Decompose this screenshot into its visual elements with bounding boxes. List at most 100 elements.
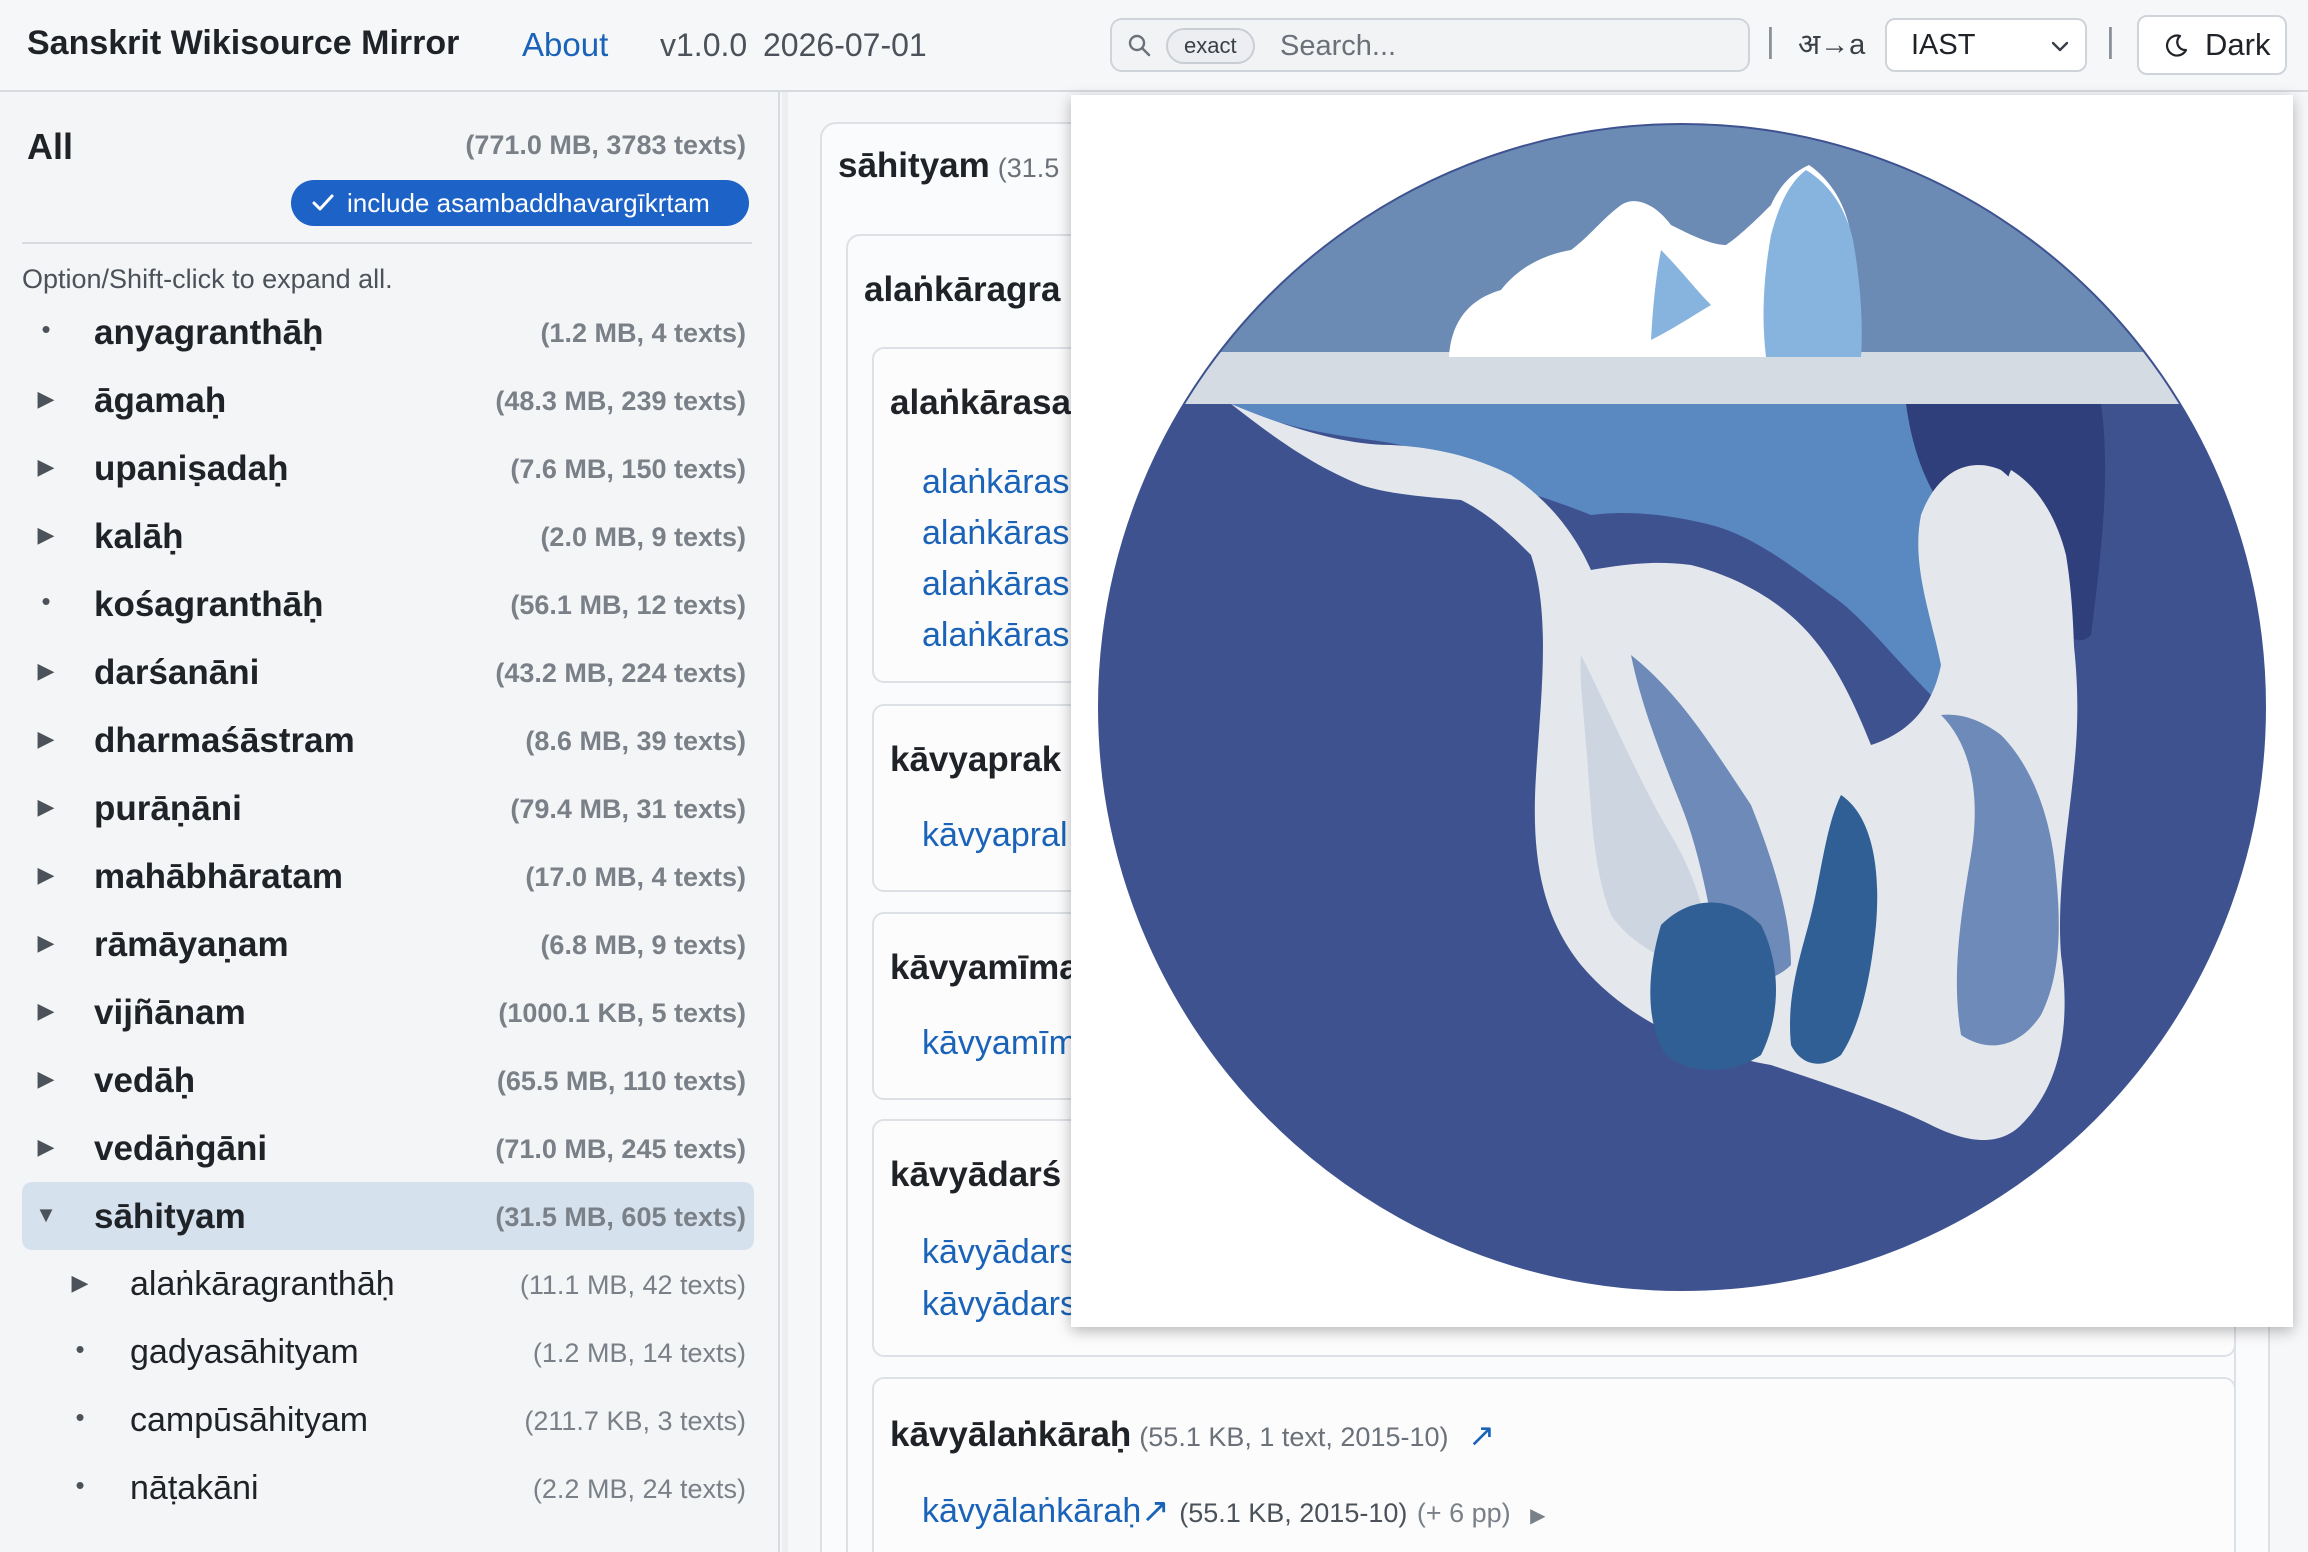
expand-hint: Option/Shift-click to expand all. [22, 264, 393, 294]
text-link[interactable]: alaṅkāras [922, 463, 1069, 502]
sidebar-item-label[interactable]: vedāḥ [94, 1061, 195, 1101]
transliterate-toggle[interactable]: अ→a [1798, 24, 1865, 63]
caret-right-icon[interactable]: ▶ [34, 386, 58, 412]
sidebar-item[interactable]: ▶ āgamaḥ (48.3 MB, 239 texts) [22, 366, 754, 434]
sidebar-item[interactable]: ▶ darśanāni (43.2 MB, 224 texts) [22, 638, 754, 706]
caret-right-icon[interactable]: ▶ [34, 1134, 58, 1160]
text-group-title[interactable]: kāvyādarś [890, 1155, 1061, 1195]
all-category[interactable]: All [27, 126, 73, 168]
text-link[interactable]: alaṅkāras [922, 514, 1069, 553]
sidebar-item-label[interactable]: upaniṣadaḥ [94, 449, 288, 489]
caret-right-icon[interactable]: ▶ [34, 454, 58, 480]
sidebar-item-label[interactable]: rāmāyaṇam [94, 925, 289, 965]
leaf-dot-icon: • [75, 1470, 85, 1500]
sidebar-item[interactable]: ▶ vijñānam (1000.1 KB, 5 texts) [22, 978, 754, 1046]
expand-pages-toggle[interactable]: ▶ [1530, 1505, 1545, 1527]
caret-down-icon[interactable]: ▼ [34, 1202, 58, 1228]
sidebar-item-label[interactable]: āgamaḥ [94, 381, 226, 421]
subsection-title[interactable]: alaṅkāragra [864, 270, 1061, 310]
sidebar-item[interactable]: ▶ mahābhāratam (17.0 MB, 4 texts) [22, 842, 754, 910]
sidebar-item[interactable]: ▶ rāmāyaṇam (6.8 MB, 9 texts) [22, 910, 754, 978]
sidebar-item-label[interactable]: nāṭakāni [130, 1469, 259, 1508]
sidebar: All (771.0 MB, 3783 texts) include asamb… [0, 92, 780, 1552]
caret-right-icon[interactable]: ▶ [34, 522, 58, 548]
sidebar-item-stats: (43.2 MB, 224 texts) [495, 658, 746, 688]
sidebar-item-label[interactable]: mahābhāratam [94, 857, 343, 897]
sidebar-item-label[interactable]: purāṇāni [94, 789, 242, 829]
exact-toggle[interactable]: exact [1166, 28, 1255, 64]
sidebar-item[interactable]: ▶ kalāḥ (2.0 MB, 9 texts) [22, 502, 754, 570]
search-input[interactable] [1280, 26, 1740, 66]
sidebar-item[interactable]: ▶ purāṇāni (79.4 MB, 31 texts) [22, 774, 754, 842]
text-link[interactable]: kāvyādars [922, 1233, 1077, 1272]
sidebar-item-label[interactable]: vijñānam [94, 993, 246, 1033]
include-unclassified-toggle[interactable]: include asambaddhavargīkṛtam [291, 180, 749, 226]
separator: | [2106, 22, 2115, 60]
text-group-title[interactable]: kāvyaprak [890, 740, 1061, 780]
sidebar-item-label[interactable]: vedāṅgāni [94, 1129, 267, 1169]
sidebar-item[interactable]: • gadyasāhityam (1.2 MB, 14 texts) [22, 1318, 754, 1386]
text-link[interactable]: kāvyapral [922, 816, 1068, 855]
sidebar-item[interactable]: ▶ alaṅkāragranthāḥ (11.1 MB, 42 texts) [22, 1250, 754, 1318]
caret-right-icon[interactable]: ▶ [34, 930, 58, 956]
text-link-pages: (+ 6 pp) [1416, 1498, 1511, 1528]
external-link-icon[interactable]: ↗ [1468, 1417, 1495, 1453]
sidebar-item-stats: (211.7 KB, 3 texts) [524, 1406, 746, 1436]
sidebar-item[interactable]: • kośagranthāḥ (56.1 MB, 12 texts) [22, 570, 754, 638]
include-unclassified-label: include asambaddhavargīkṛtam [347, 188, 710, 218]
about-link[interactable]: About [522, 26, 608, 64]
text-link[interactable]: kāvyādars [922, 1285, 1077, 1324]
sidebar-item-label[interactable]: kalāḥ [94, 517, 184, 557]
search-box[interactable]: exact [1110, 18, 1750, 72]
sidebar-item-label[interactable]: gadyasāhityam [130, 1333, 359, 1372]
caret-right-icon[interactable]: ▶ [34, 862, 58, 888]
sidebar-item-label[interactable]: dharmaśāstram [94, 721, 355, 761]
sidebar-item-stats: (1.2 MB, 4 texts) [540, 318, 746, 348]
text-group-title-text[interactable]: kāvyālaṅkāraḥ [890, 1415, 1131, 1454]
sidebar-item-label[interactable]: sāhityam [94, 1197, 246, 1237]
text-group-title[interactable]: kāvyamīma [890, 948, 1079, 988]
moon-icon [2165, 34, 2188, 57]
text-group-meta: (55.1 KB, 1 text, 2015-10) [1139, 1422, 1449, 1452]
sidebar-item[interactable]: • anyagranthāḥ (1.2 MB, 4 texts) [22, 298, 754, 366]
sidebar-item[interactable]: ▶ vedāṅgāni (71.0 MB, 245 texts) [22, 1114, 754, 1182]
sidebar-item-stats: (71.0 MB, 245 texts) [495, 1134, 746, 1164]
sidebar-item-stats: (31.5 MB, 605 texts) [495, 1202, 746, 1232]
sidebar-item-stats: (65.5 MB, 110 texts) [496, 1066, 746, 1096]
sidebar-item[interactable]: • nāṭakāni (2.2 MB, 24 texts) [22, 1454, 754, 1522]
text-link[interactable]: kāvyamīm [922, 1024, 1077, 1063]
caret-right-icon[interactable]: ▶ [34, 794, 58, 820]
sidebar-item[interactable]: ▼ sāhityam (31.5 MB, 605 texts) [22, 1182, 754, 1250]
leaf-dot-icon: • [75, 1334, 85, 1364]
text-link[interactable]: alaṅkāras [922, 616, 1069, 655]
dark-mode-button[interactable]: Dark [2137, 15, 2287, 75]
sidebar-item[interactable]: ▶ vedāḥ (65.5 MB, 110 texts) [22, 1046, 754, 1114]
section-title-text[interactable]: sāhityam [838, 146, 990, 185]
sidebar-item[interactable]: ▶ upaniṣadaḥ (7.6 MB, 150 texts) [22, 434, 754, 502]
logo-preview-popup[interactable] [1071, 95, 2293, 1327]
site-title[interactable]: Sanskrit Wikisource Mirror [27, 24, 459, 63]
sidebar-item-stats: (6.8 MB, 9 texts) [540, 930, 746, 960]
text-group-title[interactable]: alaṅkārasa [890, 383, 1071, 423]
text-group-card: kāvyālaṅkāraḥ (55.1 KB, 1 text, 2015-10) … [872, 1377, 2236, 1552]
sidebar-item-label[interactable]: darśanāni [94, 653, 259, 693]
caret-right-icon[interactable]: ▶ [68, 1270, 92, 1296]
caret-right-icon[interactable]: ▶ [34, 998, 58, 1024]
sidebar-item-label[interactable]: kośagranthāḥ [94, 585, 324, 625]
text-link[interactable]: kāvyālaṅkāraḥ [922, 1492, 1141, 1530]
sidebar-item-label[interactable]: campūsāhityam [130, 1401, 368, 1440]
dark-mode-label: Dark [2205, 27, 2271, 62]
caret-right-icon[interactable]: ▶ [34, 726, 58, 752]
text-link[interactable]: alaṅkāras [922, 565, 1069, 604]
sidebar-item[interactable]: • campūsāhityam (211.7 KB, 3 texts) [22, 1386, 754, 1454]
wikisource-logo-icon [1098, 123, 2266, 1291]
section-title: sāhityam (31.5 [838, 146, 1059, 186]
external-link-icon[interactable]: ↗ [1141, 1492, 1170, 1530]
scheme-select[interactable]: IAST [1885, 18, 2087, 72]
caret-right-icon[interactable]: ▶ [34, 658, 58, 684]
sidebar-item[interactable]: ▶ dharmaśāstram (8.6 MB, 39 texts) [22, 706, 754, 774]
sidebar-item-label[interactable]: alaṅkāragranthāḥ [130, 1265, 395, 1304]
sidebar-item-label[interactable]: anyagranthāḥ [94, 313, 324, 353]
search-icon [1128, 34, 1151, 57]
caret-right-icon[interactable]: ▶ [34, 1066, 58, 1092]
